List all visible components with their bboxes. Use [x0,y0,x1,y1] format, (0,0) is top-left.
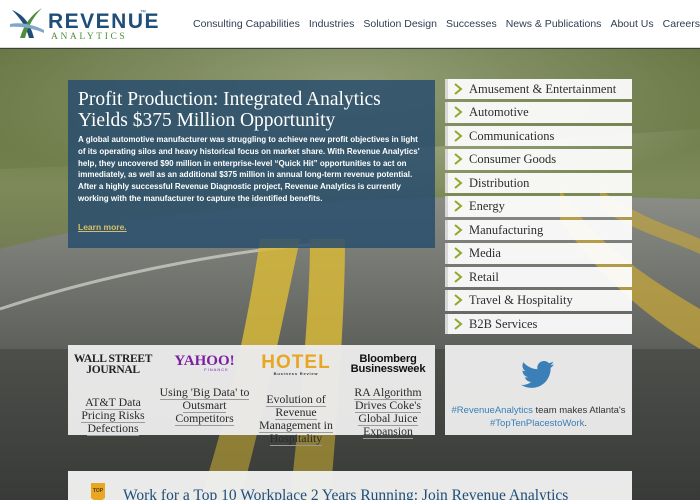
news-title-text: RA Algorithm Drives Coke's Global Juice … [354,385,422,439]
nav-news-publications[interactable]: News & Publications [506,18,602,30]
feature-title: Profit Production: Integrated Analytics … [78,89,381,131]
hashtag-revenue-analytics[interactable]: #RevenueAnalytics [452,405,533,416]
chevron-right-icon [454,153,463,166]
chevron-right-icon [454,130,463,142]
industry-label: Travel & Hospitality [469,293,573,308]
news-title-text: Using 'Big Data' to Outsmart Competitors [159,385,250,426]
tweet-end: . [584,417,587,429]
learn-more-link[interactable]: Learn more. [78,222,127,232]
hotel-logo-line1: HOTEL [261,352,331,373]
chevron-right-icon [454,106,463,119]
news-title-text: AT&T Data Pricing Risks Defections [81,395,145,436]
industry-energy[interactable]: Energy [445,196,632,217]
main-nav: Consulting Capabilities Industries Solut… [184,18,700,30]
industry-label: Media [469,246,501,261]
nav-careers[interactable]: Careers [663,18,700,30]
industry-retail[interactable]: Retail [445,266,632,288]
yahoo-finance-logo: YAHOO! FINANCE [158,354,251,372]
feature-case-study: Profit Production: Integrated Analytics … [68,80,435,248]
news-title: Using 'Big Data' to Outsmart Competitors [158,385,251,426]
chevron-right-icon [454,83,463,95]
tweet-text: team makes Atlanta's [532,405,626,416]
chevron-right-icon [454,271,463,283]
yahoo-logo-line1: YAHOO! [174,353,235,369]
revenue-analytics-logo[interactable]: REVENUE ™ ANALYTICS [8,4,159,44]
industry-label: Energy [469,199,505,214]
industry-label: Automotive [469,105,529,120]
industries-list: Amusement & Entertainment Automotive Com… [445,79,632,337]
news-item-bloomberg[interactable]: Bloomberg Businessweek RA Algorithm Driv… [341,345,435,439]
top-workplace-badge-icon: TOP [91,483,105,500]
industry-b2b-services[interactable]: B2B Services [445,313,632,335]
industry-label: Amusement & Entertainment [469,82,617,96]
industry-manufacturing[interactable]: Manufacturing [445,219,632,241]
bloomberg-businessweek-logo: Bloomberg Businessweek [341,353,435,375]
news-title: AT&T Data Pricing Risks Defections [68,395,158,436]
chevron-right-icon [454,318,463,330]
news-panel: WALL STREET JOURNAL AT&T Data Pricing Ri… [68,345,435,446]
chevron-right-icon [454,294,463,307]
banner-text: Work for a Top 10 Workplace 2 Years Runn… [123,487,569,500]
news-item-wsj[interactable]: WALL STREET JOURNAL AT&T Data Pricing Ri… [68,345,158,436]
industry-media[interactable]: Media [445,243,632,264]
chevron-right-icon [454,200,463,213]
industry-automotive[interactable]: Automotive [445,102,632,123]
industry-label: B2B Services [469,316,538,331]
logo-mark-icon [10,8,44,38]
industry-communications[interactable]: Communications [445,125,632,147]
news-item-hotel[interactable]: HOTEL Business Review Evolution of Reven… [251,345,341,446]
feature-body: A global automotive manufacturer was str… [78,135,420,203]
industry-consumer-goods[interactable]: Consumer Goods [445,149,632,170]
nav-consulting-capabilities[interactable]: Consulting Capabilities [193,18,300,30]
site-header: REVENUE ™ ANALYTICS Consulting Capabilit… [0,0,700,48]
news-title: Evolution of Revenue Management in Hospi… [251,392,341,446]
logo-subtitle: ANALYTICS [51,32,128,42]
news-item-yahoo[interactable]: YAHOO! FINANCE Using 'Big Data' to Outsm… [158,345,251,435]
news-title-text: Evolution of Revenue Management in Hospi… [259,392,333,446]
chevron-right-icon [454,177,463,189]
badge-text: TOP [93,488,104,494]
wsj-logo-line2: JOURNAL [86,364,140,376]
chevron-right-icon [454,224,463,236]
industry-label: Communications [469,128,555,143]
wsj-logo: WALL STREET JOURNAL [68,353,158,376]
chevron-right-icon [454,247,463,260]
industry-label: Distribution [469,175,530,190]
industry-amusement-entertainment[interactable]: Amusement & Entertainment [445,79,632,100]
nav-industries[interactable]: Industries [309,18,355,30]
logo-trademark: ™ [140,10,146,16]
industry-label: Consumer Goods [469,152,557,167]
industry-label: Manufacturing [469,222,544,237]
nav-solution-design[interactable]: Solution Design [363,18,437,30]
twitter-panel[interactable]: #RevenueAnalytics team makes Atlanta's #… [445,345,632,435]
bloomberg-logo-line2: Businessweek [350,363,426,375]
twitter-bird-icon [521,361,555,388]
hashtag-top-ten-places[interactable]: #TopTenPlacestoWork [490,418,584,429]
industry-label: Retail [469,269,499,284]
nav-successes[interactable]: Successes [446,18,497,30]
nav-about-us[interactable]: About Us [610,18,653,30]
industry-travel-hospitality[interactable]: Travel & Hospitality [445,290,632,311]
news-title: RA Algorithm Drives Coke's Global Juice … [341,385,435,439]
tweet-message: #RevenueAnalytics team makes Atlanta's #… [451,405,626,430]
hotel-business-review-logo: HOTEL Business Review [251,352,341,376]
careers-banner[interactable]: TOP Work for a Top 10 Workplace 2 Years … [68,471,632,500]
industry-distribution[interactable]: Distribution [445,172,632,194]
